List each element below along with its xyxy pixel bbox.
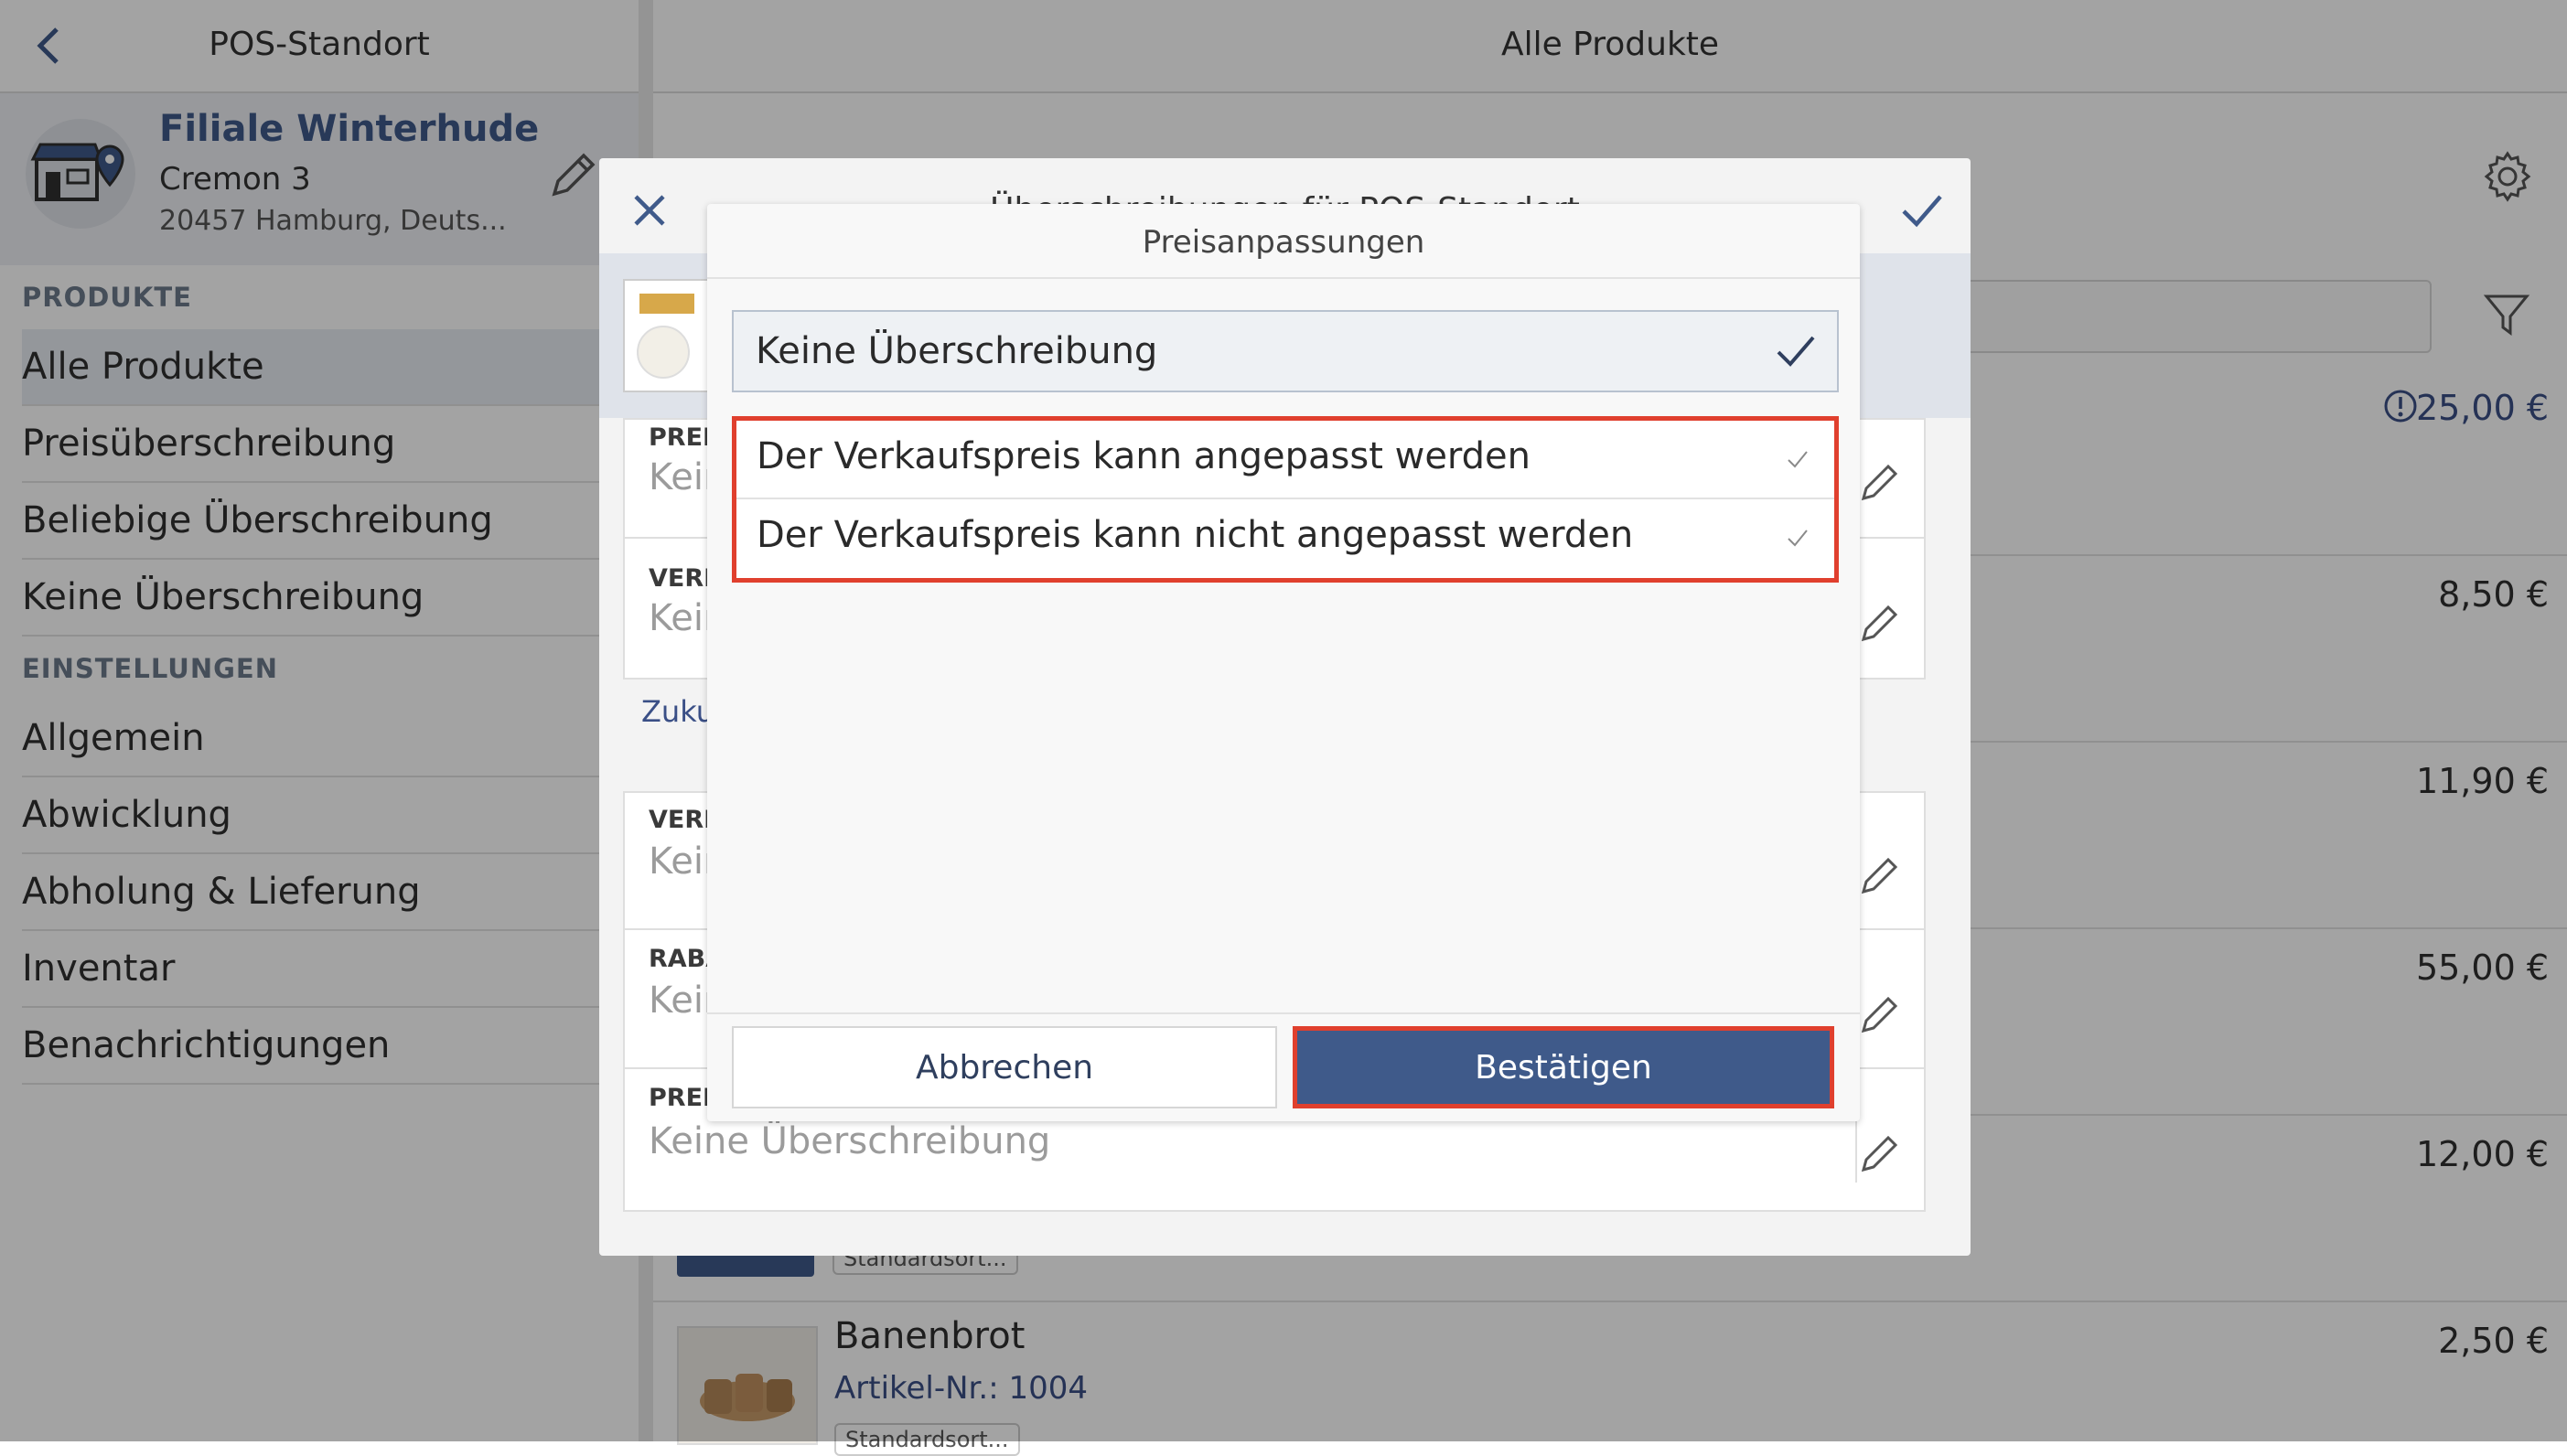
selected-checkmark-icon — [1773, 328, 1819, 374]
option-no-override[interactable]: Keine Überschreibung — [732, 310, 1839, 392]
price-adjustment-dialog: Preisanpassungen Keine Überschreibung De… — [707, 204, 1860, 1121]
field-value[interactable]: Keine Überschreibung — [649, 1120, 1050, 1162]
divider — [707, 1012, 1860, 1014]
checkmark-icon — [1902, 195, 1942, 228]
option-label: Der Verkaufspreis kann nicht angepasst w… — [757, 514, 1634, 556]
option-price-adjustable[interactable]: Der Verkaufspreis kann angepasst werden — [736, 421, 1834, 499]
divider — [707, 277, 1860, 279]
pencil-icon — [1861, 857, 1898, 894]
checkmark-icon — [1785, 525, 1810, 551]
edit-field-button[interactable] — [1858, 853, 1902, 897]
edit-field-button[interactable] — [1858, 992, 1902, 1036]
pencil-icon — [1861, 464, 1898, 501]
checkmark-icon — [1785, 446, 1810, 472]
product-image — [623, 279, 718, 392]
save-button[interactable] — [1896, 186, 1948, 237]
edit-field-button[interactable] — [1858, 460, 1902, 504]
pencil-icon — [1861, 996, 1898, 1033]
edit-field-button[interactable] — [1858, 1131, 1902, 1175]
option-label: Keine Überschreibung — [756, 330, 1158, 372]
option-price-not-adjustable[interactable]: Der Verkaufspreis kann nicht angepasst w… — [736, 499, 1834, 578]
dialog-title: Preisanpassungen — [1142, 224, 1425, 261]
option-label: Der Verkaufspreis kann angepasst werden — [757, 435, 1531, 477]
pencil-icon — [1861, 605, 1898, 642]
pencil-icon — [1861, 1135, 1898, 1172]
edit-field-button[interactable] — [1858, 601, 1902, 645]
cancel-button[interactable]: Abbrechen — [732, 1026, 1277, 1108]
options-highlight: Der Verkaufspreis kann angepasst werden … — [732, 416, 1839, 583]
confirm-button[interactable]: Bestätigen — [1293, 1026, 1834, 1108]
